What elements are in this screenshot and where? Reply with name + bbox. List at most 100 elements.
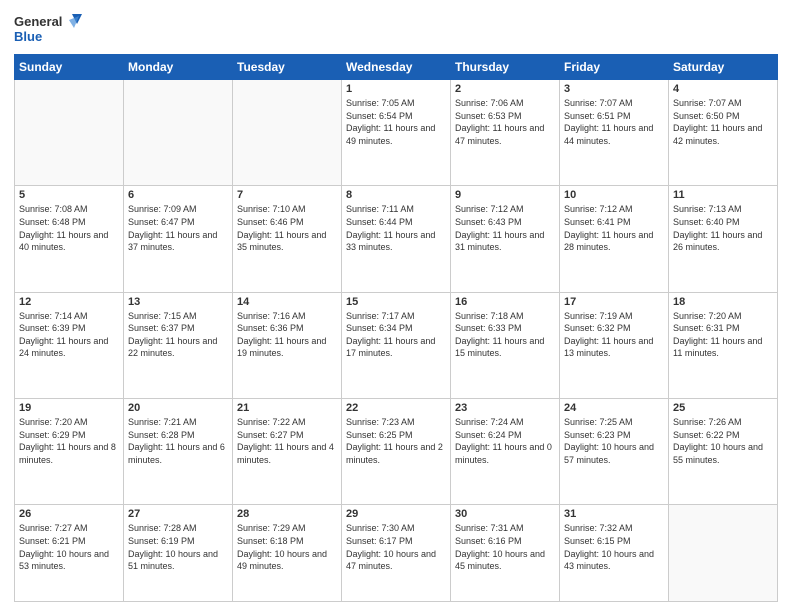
day-info: Sunrise: 7:17 AMSunset: 6:34 PMDaylight:… xyxy=(346,310,446,360)
day-number: 6 xyxy=(128,189,228,201)
calendar-cell: 4 Sunrise: 7:07 AMSunset: 6:50 PMDaylight… xyxy=(669,80,778,186)
calendar-cell: 22 Sunrise: 7:23 AMSunset: 6:25 PMDayligh… xyxy=(342,398,451,504)
day-info: Sunrise: 7:29 AMSunset: 6:18 PMDaylight:… xyxy=(237,522,337,572)
calendar-week-row: 5 Sunrise: 7:08 AMSunset: 6:48 PMDaylight… xyxy=(15,186,778,292)
day-info: Sunrise: 7:21 AMSunset: 6:28 PMDaylight:… xyxy=(128,416,228,466)
calendar-cell xyxy=(15,80,124,186)
day-number: 4 xyxy=(673,83,773,95)
day-number: 2 xyxy=(455,83,555,95)
day-info: Sunrise: 7:20 AMSunset: 6:31 PMDaylight:… xyxy=(673,310,773,360)
calendar-cell: 23 Sunrise: 7:24 AMSunset: 6:24 PMDayligh… xyxy=(451,398,560,504)
day-number: 7 xyxy=(237,189,337,201)
day-info: Sunrise: 7:26 AMSunset: 6:22 PMDaylight:… xyxy=(673,416,773,466)
calendar-header-cell: Monday xyxy=(124,55,233,80)
calendar-header-cell: Friday xyxy=(560,55,669,80)
calendar-cell: 25Sunrise: 7:26 AMSunset: 6:22 PMDayligh… xyxy=(669,398,778,504)
day-number: 1 xyxy=(346,83,446,95)
day-number: 12 xyxy=(19,296,119,308)
day-info: Sunrise: 7:24 AMSunset: 6:24 PMDaylight:… xyxy=(455,416,555,466)
day-number: 28 xyxy=(237,508,337,520)
svg-text:General: General xyxy=(14,14,62,29)
calendar-header-cell: Sunday xyxy=(15,55,124,80)
day-number: 26 xyxy=(19,508,119,520)
calendar-cell: 27Sunrise: 7:28 AMSunset: 6:19 PMDayligh… xyxy=(124,505,233,602)
calendar-cell: 3 Sunrise: 7:07 AMSunset: 6:51 PMDaylight… xyxy=(560,80,669,186)
day-info: Sunrise: 7:28 AMSunset: 6:19 PMDaylight:… xyxy=(128,522,228,572)
calendar-week-row: 26 Sunrise: 7:27 AMSunset: 6:21 PMDayligh… xyxy=(15,505,778,602)
logo: General Blue xyxy=(14,10,84,48)
calendar-cell: 14Sunrise: 7:16 AMSunset: 6:36 PMDayligh… xyxy=(233,292,342,398)
svg-text:Blue: Blue xyxy=(14,29,42,44)
day-info: Sunrise: 7:32 AMSunset: 6:15 PMDaylight:… xyxy=(564,522,664,572)
day-number: 24 xyxy=(564,402,664,414)
day-number: 31 xyxy=(564,508,664,520)
header: General Blue xyxy=(14,10,778,48)
day-info: Sunrise: 7:07 AMSunset: 6:50 PMDaylight:… xyxy=(673,97,773,147)
calendar-header-cell: Saturday xyxy=(669,55,778,80)
day-number: 23 xyxy=(455,402,555,414)
calendar-header-cell: Thursday xyxy=(451,55,560,80)
day-info: Sunrise: 7:15 AMSunset: 6:37 PMDaylight:… xyxy=(128,310,228,360)
day-number: 5 xyxy=(19,189,119,201)
day-number: 20 xyxy=(128,402,228,414)
day-info: Sunrise: 7:11 AMSunset: 6:44 PMDaylight:… xyxy=(346,203,446,253)
day-number: 3 xyxy=(564,83,664,95)
calendar-cell: 1 Sunrise: 7:05 AMSunset: 6:54 PMDaylight… xyxy=(342,80,451,186)
calendar-cell: 11Sunrise: 7:13 AMSunset: 6:40 PMDayligh… xyxy=(669,186,778,292)
calendar-week-row: 12 Sunrise: 7:14 AMSunset: 6:39 PMDayligh… xyxy=(15,292,778,398)
day-number: 15 xyxy=(346,296,446,308)
calendar-cell: 15 Sunrise: 7:17 AMSunset: 6:34 PMDayligh… xyxy=(342,292,451,398)
calendar-cell: 12 Sunrise: 7:14 AMSunset: 6:39 PMDayligh… xyxy=(15,292,124,398)
day-info: Sunrise: 7:14 AMSunset: 6:39 PMDaylight:… xyxy=(19,310,119,360)
day-info: Sunrise: 7:30 AMSunset: 6:17 PMDaylight:… xyxy=(346,522,446,572)
day-info: Sunrise: 7:16 AMSunset: 6:36 PMDaylight:… xyxy=(237,310,337,360)
calendar-week-row: 19Sunrise: 7:20 AMSunset: 6:29 PMDayligh… xyxy=(15,398,778,504)
calendar-cell: 21Sunrise: 7:22 AMSunset: 6:27 PMDayligh… xyxy=(233,398,342,504)
calendar-cell: 6 Sunrise: 7:09 AMSunset: 6:47 PMDaylight… xyxy=(124,186,233,292)
calendar-cell: 8 Sunrise: 7:11 AMSunset: 6:44 PMDaylight… xyxy=(342,186,451,292)
calendar-header-cell: Tuesday xyxy=(233,55,342,80)
day-info: Sunrise: 7:31 AMSunset: 6:16 PMDaylight:… xyxy=(455,522,555,572)
day-info: Sunrise: 7:09 AMSunset: 6:47 PMDaylight:… xyxy=(128,203,228,253)
day-info: Sunrise: 7:10 AMSunset: 6:46 PMDaylight:… xyxy=(237,203,337,253)
day-info: Sunrise: 7:06 AMSunset: 6:53 PMDaylight:… xyxy=(455,97,555,147)
day-info: Sunrise: 7:13 AMSunset: 6:40 PMDaylight:… xyxy=(673,203,773,253)
calendar-cell: 31 Sunrise: 7:32 AMSunset: 6:15 PMDayligh… xyxy=(560,505,669,602)
day-number: 29 xyxy=(346,508,446,520)
day-info: Sunrise: 7:23 AMSunset: 6:25 PMDaylight:… xyxy=(346,416,446,466)
day-number: 10 xyxy=(564,189,664,201)
day-number: 8 xyxy=(346,189,446,201)
calendar-cell: 5 Sunrise: 7:08 AMSunset: 6:48 PMDaylight… xyxy=(15,186,124,292)
calendar-cell: 17Sunrise: 7:19 AMSunset: 6:32 PMDayligh… xyxy=(560,292,669,398)
day-info: Sunrise: 7:08 AMSunset: 6:48 PMDaylight:… xyxy=(19,203,119,253)
logo-svg: General Blue xyxy=(14,10,84,48)
calendar-cell: 29 Sunrise: 7:30 AMSunset: 6:17 PMDayligh… xyxy=(342,505,451,602)
calendar-cell: 2 Sunrise: 7:06 AMSunset: 6:53 PMDaylight… xyxy=(451,80,560,186)
day-info: Sunrise: 7:12 AMSunset: 6:41 PMDaylight:… xyxy=(564,203,664,253)
day-info: Sunrise: 7:18 AMSunset: 6:33 PMDaylight:… xyxy=(455,310,555,360)
calendar-body: 1 Sunrise: 7:05 AMSunset: 6:54 PMDaylight… xyxy=(15,80,778,602)
calendar-table: SundayMondayTuesdayWednesdayThursdayFrid… xyxy=(14,54,778,602)
page: General Blue SundayMondayTuesdayWednesda… xyxy=(0,0,792,612)
day-info: Sunrise: 7:05 AMSunset: 6:54 PMDaylight:… xyxy=(346,97,446,147)
calendar-cell: 18 Sunrise: 7:20 AMSunset: 6:31 PMDayligh… xyxy=(669,292,778,398)
calendar-week-row: 1 Sunrise: 7:05 AMSunset: 6:54 PMDaylight… xyxy=(15,80,778,186)
day-number: 22 xyxy=(346,402,446,414)
day-info: Sunrise: 7:22 AMSunset: 6:27 PMDaylight:… xyxy=(237,416,337,466)
calendar-cell: 24 Sunrise: 7:25 AMSunset: 6:23 PMDayligh… xyxy=(560,398,669,504)
day-number: 30 xyxy=(455,508,555,520)
calendar-cell: 20 Sunrise: 7:21 AMSunset: 6:28 PMDayligh… xyxy=(124,398,233,504)
calendar-header-cell: Wednesday xyxy=(342,55,451,80)
calendar-cell xyxy=(233,80,342,186)
day-info: Sunrise: 7:27 AMSunset: 6:21 PMDaylight:… xyxy=(19,522,119,572)
calendar-cell: 10 Sunrise: 7:12 AMSunset: 6:41 PMDayligh… xyxy=(560,186,669,292)
day-info: Sunrise: 7:07 AMSunset: 6:51 PMDaylight:… xyxy=(564,97,664,147)
day-number: 16 xyxy=(455,296,555,308)
day-number: 19 xyxy=(19,402,119,414)
day-info: Sunrise: 7:25 AMSunset: 6:23 PMDaylight:… xyxy=(564,416,664,466)
calendar-cell: 30 Sunrise: 7:31 AMSunset: 6:16 PMDayligh… xyxy=(451,505,560,602)
day-info: Sunrise: 7:12 AMSunset: 6:43 PMDaylight:… xyxy=(455,203,555,253)
day-number: 17 xyxy=(564,296,664,308)
day-number: 18 xyxy=(673,296,773,308)
calendar-cell: 19Sunrise: 7:20 AMSunset: 6:29 PMDayligh… xyxy=(15,398,124,504)
